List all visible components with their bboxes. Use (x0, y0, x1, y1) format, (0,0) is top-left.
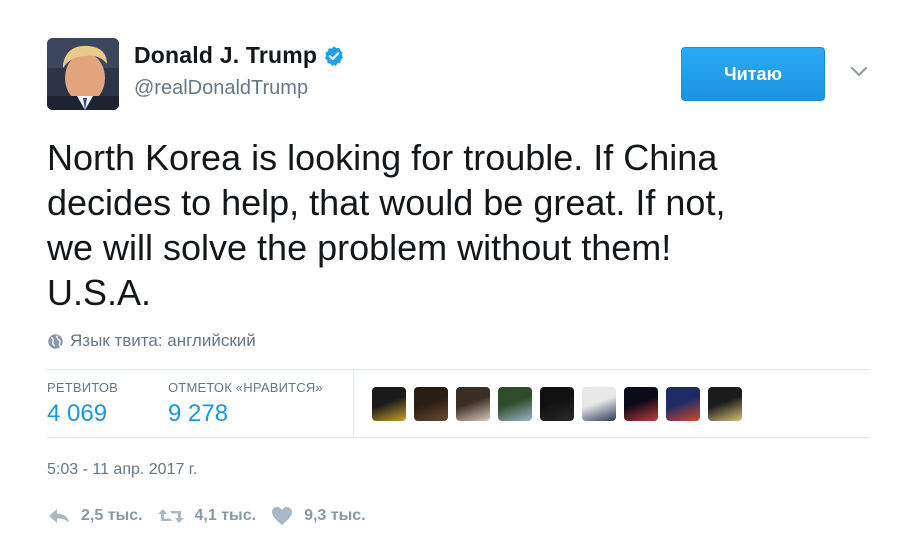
retweet-button[interactable]: 4,1 тыс. (157, 506, 257, 526)
liker-avatar[interactable] (372, 387, 406, 421)
retweet-icon (157, 509, 184, 523)
following-button[interactable]: Читаю (681, 47, 825, 101)
liker-avatar[interactable] (456, 387, 490, 421)
divider (47, 437, 870, 438)
retweets-count[interactable]: 4 069 (47, 400, 118, 428)
tweet-actions: 2,5 тыс. 4,1 тыс. 9,3 тыс. (47, 506, 380, 526)
tweet-language-text[interactable]: Язык твита: английский (70, 331, 256, 351)
likes-count[interactable]: 9 278 (168, 400, 323, 428)
likes-label: ОТМЕТОК «НРАВИТСЯ» (168, 380, 323, 395)
liker-avatar[interactable] (414, 387, 448, 421)
retweet-count: 4,1 тыс. (194, 507, 257, 524)
tweet-language: Язык твита: английский (47, 331, 256, 351)
reply-button[interactable]: 2,5 тыс. (47, 506, 143, 526)
verified-badge-icon (323, 45, 345, 67)
tweet-stats: РЕТВИТОВ 4 069 ОТМЕТОК «НРАВИТСЯ» 9 278 (47, 370, 870, 437)
chevron-down-icon[interactable] (849, 62, 869, 82)
liker-avatar[interactable] (624, 387, 658, 421)
stats-separator (353, 370, 354, 437)
author-avatar[interactable] (47, 38, 119, 110)
tweet-text-line: decides to help, that would be great. If… (47, 182, 726, 223)
reply-count: 2,5 тыс. (81, 507, 143, 524)
reply-icon (49, 509, 69, 523)
retweets-stat[interactable]: РЕТВИТОВ 4 069 (47, 380, 118, 428)
tweet-text-line: U.S.A. (47, 272, 152, 313)
tweet-text-line: North Korea is looking for trouble. If C… (47, 137, 718, 178)
globe-icon (47, 333, 64, 350)
author-name-row: Donald J. Trump (134, 42, 345, 69)
liker-avatar[interactable] (582, 387, 616, 421)
liker-avatar[interactable] (498, 387, 532, 421)
tweet-text-line: we will solve the problem without them! (47, 227, 672, 268)
author-handle[interactable]: @realDonaldTrump (134, 77, 308, 100)
liker-avatar[interactable] (540, 387, 574, 421)
heart-icon (272, 506, 293, 526)
tweet-timestamp[interactable]: 5:03 - 11 апр. 2017 г. (47, 461, 197, 479)
likes-stat[interactable]: ОТМЕТОК «НРАВИТСЯ» 9 278 (168, 380, 323, 428)
author-name[interactable]: Donald J. Trump (134, 42, 317, 69)
tweet-header: Donald J. Trump @realDonaldTrump Читаю (47, 38, 870, 110)
retweets-label: РЕТВИТОВ (47, 380, 119, 395)
like-count: 9,3 тыс. (304, 507, 366, 524)
likers-avatar-list (372, 387, 750, 421)
like-button[interactable]: 9,3 тыс. (270, 506, 366, 526)
liker-avatar[interactable] (708, 387, 742, 421)
tweet-text: North Korea is looking for trouble. If C… (47, 135, 837, 315)
liker-avatar[interactable] (666, 387, 700, 421)
